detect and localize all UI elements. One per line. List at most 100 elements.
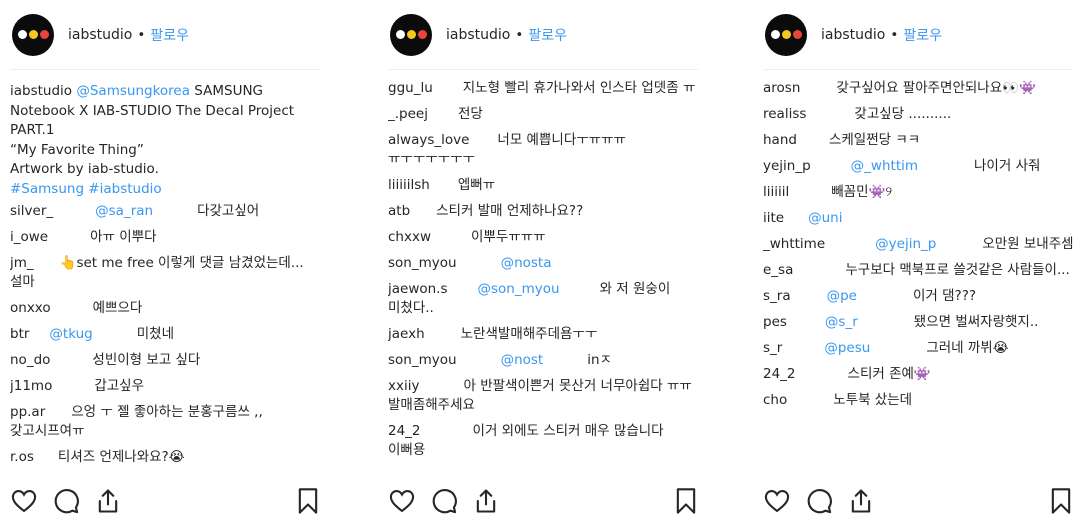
comment-username[interactable]: btr [10,326,29,342]
comment-icon[interactable] [52,487,80,515]
comment-username[interactable]: pes [763,314,787,330]
avatar-dot-red [417,30,427,39]
comment-mention[interactable]: @pe [827,288,857,304]
comment-username[interactable]: s_ra [763,288,791,304]
avatar-dot-white [17,30,27,39]
comment-username[interactable]: e_sa [763,262,793,278]
caption-mention[interactable]: @Samsungkorea [76,83,190,99]
comment-username[interactable]: chxxw [388,229,431,245]
comment-username[interactable]: arosn [763,80,800,96]
comment-text: 스티커 발매 언제하나요?? [436,203,584,219]
follow-button[interactable]: 팔로우 [903,25,942,45]
heart-icon[interactable] [388,487,416,515]
comment-username[interactable]: jaewon.s [388,281,448,297]
comment-username[interactable]: xxiiy [388,378,419,394]
comment: _.peej 전당 [388,105,700,124]
comment-mention[interactable]: @uni [808,210,842,226]
comment-username[interactable]: pp.ar [10,404,45,420]
comment-username[interactable]: realiss [763,106,806,122]
bookmark-icon[interactable] [674,487,698,515]
comment-text: 됐으면 벌써자랑햇지.. [913,314,1039,330]
comment: ggu_lu 지노형 빨리 휴가나와서 인스타 업뎃좀 ㅠ [388,79,700,98]
comment-username[interactable]: son_myou [388,255,457,271]
caption-username[interactable]: iabstudio [10,83,72,99]
share-icon[interactable] [472,487,500,515]
comment: xxiiy 아 반팔색이쁜거 못산거 너무아쉽다 ㅠㅠ 발매좀해주세요 [388,377,700,415]
post-panel-2: iabstudio • 팔로우 ggu_lu 지노형 빨리 휴가나와서 인스타 업… [388,0,708,527]
caption-credit: Artwork by iab-studio. [10,161,159,177]
comment-username[interactable]: cho [763,392,787,408]
heart-icon[interactable] [10,487,38,515]
comment-username[interactable]: hand [763,132,797,148]
comment-text: 성빈이형 보고 싶다 [92,352,201,368]
comment-mention[interactable]: @s_r [825,314,858,330]
post-panel-3: iabstudio • 팔로우 arosn 갖구싶어요 팔아주면안되나요👀👾 re… [763,0,1080,527]
avatar[interactable] [765,13,807,56]
comment-mention[interactable]: @yejin_p [875,236,936,252]
comment-mention[interactable]: @nosta [501,255,552,271]
avatar[interactable] [12,13,54,56]
comment-text: 이거 외에도 스티커 매우 많습니다 이뻐용 [388,423,664,458]
comment-username[interactable]: jm_ [10,255,34,271]
caption-hashtags[interactable]: #Samsung #iabstudio [10,181,162,197]
comment-text: 누구보다 맥북프로 쓸것같은 사람들이... [845,262,1070,278]
comment-mention[interactable]: @_whttim [851,158,918,174]
comment-icon[interactable] [805,487,833,515]
follow-button[interactable]: 팔로우 [528,25,567,45]
comment-username[interactable]: j11mo [10,378,52,394]
comment: j11mo 갑고싶우 [10,377,322,396]
comment-username[interactable]: liiiiil [763,184,789,200]
comment-username[interactable]: atb [388,203,410,219]
share-icon[interactable] [94,487,122,515]
comment-mention[interactable]: @nost [501,352,544,368]
comment-text: 지노형 빨리 휴가나와서 인스타 업뎃좀 ㅠ [462,80,696,96]
account-username[interactable]: iabstudio [68,27,132,43]
comment-username[interactable]: no_do [10,352,50,368]
heart-icon[interactable] [763,487,791,515]
post-header: iabstudio • 팔로우 [763,0,1073,70]
comment: onxxo 예쁘으다 [10,299,322,318]
comment: jm_ 👆set me free 이렇게 댓글 남겼었는데...설마 [10,254,322,292]
post-header: iabstudio • 팔로우 [388,0,698,70]
follow-button[interactable]: 팔로우 [150,25,189,45]
comment-mention[interactable]: @tkug [49,326,92,342]
comment: no_do 성빈이형 보고 싶다 [10,351,322,370]
comment-mention[interactable]: @son_myou [478,281,560,297]
comment-username[interactable]: s_r [763,340,782,356]
comment-mention[interactable]: @pesu [824,340,870,356]
comment-username[interactable]: silver_ [10,203,53,219]
comment-text: 으엉 ㅜ 젤 좋아하는 분홍구름쓰 ,, 갖고시프여ㅠ [10,404,263,439]
account-username[interactable]: iabstudio [446,27,510,43]
bookmark-icon[interactable] [296,487,320,515]
post-header: iabstudio • 팔로우 [10,0,320,70]
comment: cho 노투북 샀는데 [763,391,1075,410]
comment-username[interactable]: liiiiilsh [388,177,430,193]
comment-username[interactable]: r.os [10,449,34,465]
account-username[interactable]: iabstudio [821,27,885,43]
comment-username[interactable]: _.peej [388,106,428,122]
bookmark-icon[interactable] [1049,487,1073,515]
comment-username[interactable]: always_love [388,132,469,148]
comment-username[interactable]: yejin_p [763,158,811,174]
comment-username[interactable]: 24_2 [763,366,796,382]
comment: e_sa 누구보다 맥북프로 쓸것같은 사람들이... [763,261,1075,280]
comment-text: 노투북 샀는데 [833,392,913,408]
comment-username[interactable]: son_myou [388,352,457,368]
avatar[interactable] [390,13,432,56]
comment-icon[interactable] [430,487,458,515]
comment-username[interactable]: ggu_lu [388,80,433,96]
comment-username[interactable]: 24_2 [388,423,421,439]
comment-mention[interactable]: @sa_ran [95,203,153,219]
avatar-dot-yellow [406,30,416,39]
comment: pp.ar 으엉 ㅜ 젤 좋아하는 분홍구름쓰 ,, 갖고시프여ㅠ [10,403,322,441]
comment: jaexh 노란색발매해주데욤ㅜㅜ [388,325,700,344]
share-icon[interactable] [847,487,875,515]
comment-username[interactable]: i_owe [10,229,48,245]
comment-list: ggu_lu 지노형 빨리 휴가나와서 인스타 업뎃좀 ㅠ _.peej 전당 al… [388,70,708,460]
post-caption: iabstudio @Samsungkorea SAMSUNG Notebook… [10,82,322,199]
comment-username[interactable]: iite [763,210,784,226]
comment-username[interactable]: _whttime [763,236,825,252]
comment-username[interactable]: onxxo [10,300,51,316]
comment: 24_2 이거 외에도 스티커 매우 많습니다 이뻐용 [388,422,700,460]
comment-username[interactable]: jaexh [388,326,425,342]
